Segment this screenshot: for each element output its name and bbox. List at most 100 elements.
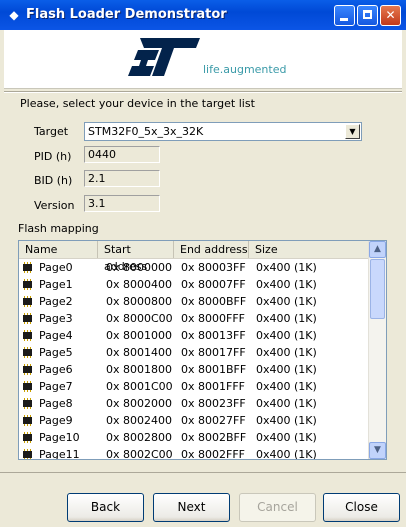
cell-name: Page7	[39, 380, 73, 393]
logo-banner: life.augmented	[4, 30, 402, 89]
cell-size: 0x400 (1K)	[256, 261, 317, 274]
cell-name: Page4	[39, 329, 73, 342]
scroll-thumb[interactable]	[370, 259, 385, 319]
scroll-up-icon[interactable]: ▲	[369, 241, 386, 258]
chip-icon	[23, 364, 32, 375]
chip-icon	[23, 262, 32, 273]
cancel-button[interactable]: Cancel	[239, 493, 316, 522]
next-button[interactable]: Next	[153, 493, 230, 522]
cell-size: 0x400 (1K)	[256, 431, 317, 444]
cell-start: 0x 8001000	[106, 329, 172, 342]
cell-end: 0x 80023FF	[181, 397, 246, 410]
cell-start: 0x 8002800	[106, 431, 172, 444]
cell-end: 0x 80007FF	[181, 278, 246, 291]
cell-size: 0x400 (1K)	[256, 448, 317, 460]
cell-end: 0x 80003FF	[181, 261, 246, 274]
app-icon: ◆	[9, 8, 19, 22]
chip-icon	[23, 449, 32, 459]
table-row[interactable]: Page6 0x 8001800 0x 8001BFF 0x400 (1K)	[19, 361, 370, 378]
cell-end: 0x 8000FFF	[181, 312, 245, 325]
cell-name: Page10	[39, 431, 80, 444]
flash-mapping-label: Flash mapping	[18, 222, 99, 235]
chip-icon	[23, 296, 32, 307]
bid-label: BID (h)	[34, 174, 73, 187]
cell-size: 0x400 (1K)	[256, 346, 317, 359]
cell-start: 0x 8000800	[106, 295, 172, 308]
table-row[interactable]: Page7 0x 8001C00 0x 8001FFF 0x400 (1K)	[19, 378, 370, 395]
cell-start: 0x 8000400	[106, 278, 172, 291]
table-row[interactable]: Page2 0x 8000800 0x 8000BFF 0x400 (1K)	[19, 293, 370, 310]
chip-icon	[23, 415, 32, 426]
vertical-scrollbar[interactable]: ▲ ▼	[368, 241, 386, 459]
cell-start: 0x 8001400	[106, 346, 172, 359]
maximize-icon	[363, 10, 372, 19]
column-header-start[interactable]: Start address	[98, 241, 174, 273]
flash-mapping-list[interactable]: Name Start address End address Size Page…	[18, 240, 387, 460]
cell-name: Page5	[39, 346, 73, 359]
cell-size: 0x400 (1K)	[256, 414, 317, 427]
target-value: STM32F0_5x_3x_32K	[88, 125, 204, 138]
chip-icon	[23, 347, 32, 358]
minimize-button[interactable]	[334, 5, 355, 26]
table-row[interactable]: Page1 0x 8000400 0x 80007FF 0x400 (1K)	[19, 276, 370, 293]
cell-start: 0x 8002C00	[106, 448, 173, 460]
cell-size: 0x400 (1K)	[256, 397, 317, 410]
target-select[interactable]: STM32F0_5x_3x_32K ▼	[84, 122, 362, 141]
target-label: Target	[34, 125, 69, 138]
cell-start: 0x 8002000	[106, 397, 172, 410]
version-field: 3.1	[84, 195, 160, 212]
table-row[interactable]: Page10 0x 8002800 0x 8002BFF 0x400 (1K)	[19, 429, 370, 446]
cell-size: 0x400 (1K)	[256, 278, 317, 291]
pid-label: PID (h)	[34, 150, 72, 163]
chip-icon	[23, 330, 32, 341]
version-label: Version	[34, 199, 75, 212]
cell-size: 0x400 (1K)	[256, 295, 317, 308]
cell-name: Page1	[39, 278, 73, 291]
cell-end: 0x 8001BFF	[181, 363, 247, 376]
column-header-name[interactable]: Name	[19, 241, 98, 258]
cell-start: 0x 8000C00	[106, 312, 173, 325]
chip-icon	[23, 432, 32, 443]
table-row[interactable]: Page5 0x 8001400 0x 80017FF 0x400 (1K)	[19, 344, 370, 361]
cell-size: 0x400 (1K)	[256, 363, 317, 376]
chip-icon	[23, 398, 32, 409]
table-row[interactable]: Page8 0x 8002000 0x 80023FF 0x400 (1K)	[19, 395, 370, 412]
cell-end: 0x 8002BFF	[181, 431, 247, 444]
table-row[interactable]: Page0 0x 8000000 0x 80003FF 0x400 (1K)	[19, 259, 370, 276]
list-header: Name Start address End address Size	[19, 241, 370, 273]
maximize-button[interactable]	[357, 5, 378, 26]
close-icon: ✕	[385, 8, 396, 22]
title-bar[interactable]: ◆ Flash Loader Demonstrator ✕	[0, 0, 406, 30]
scroll-down-icon[interactable]: ▼	[369, 442, 386, 459]
chip-icon	[23, 279, 32, 290]
pid-field: 0440	[84, 146, 160, 163]
column-header-end[interactable]: End address	[174, 241, 249, 258]
cell-end: 0x 80027FF	[181, 414, 246, 427]
cell-end: 0x 8001FFF	[181, 380, 245, 393]
cell-end: 0x 8000BFF	[181, 295, 247, 308]
table-row[interactable]: Page4 0x 8001000 0x 80013FF 0x400 (1K)	[19, 327, 370, 344]
cell-size: 0x400 (1K)	[256, 329, 317, 342]
cell-start: 0x 8001C00	[106, 380, 173, 393]
cell-size: 0x400 (1K)	[256, 380, 317, 393]
cell-name: Page8	[39, 397, 73, 410]
back-button[interactable]: Back	[67, 493, 144, 522]
st-logo	[128, 38, 200, 76]
table-row[interactable]: Page11 0x 8002C00 0x 8002FFF 0x400 (1K)	[19, 446, 370, 460]
cell-start: 0x 8000000	[106, 261, 172, 274]
chip-icon	[23, 313, 32, 324]
table-row[interactable]: Page3 0x 8000C00 0x 8000FFF 0x400 (1K)	[19, 310, 370, 327]
column-header-size[interactable]: Size	[249, 241, 370, 258]
cell-start: 0x 8002400	[106, 414, 172, 427]
cell-name: Page9	[39, 414, 73, 427]
tagline: life.augmented	[203, 63, 287, 76]
cell-size: 0x400 (1K)	[256, 312, 317, 325]
cell-start: 0x 8001800	[106, 363, 172, 376]
minimize-icon	[340, 18, 348, 21]
table-row[interactable]: Page9 0x 8002400 0x 80027FF 0x400 (1K)	[19, 412, 370, 429]
dropdown-arrow-icon[interactable]: ▼	[345, 124, 360, 139]
close-button[interactable]: Close	[323, 493, 400, 522]
cell-end: 0x 8002FFF	[181, 448, 245, 460]
device-prompt: Please, select your device in the target…	[20, 97, 255, 110]
close-window-button[interactable]: ✕	[380, 5, 401, 26]
